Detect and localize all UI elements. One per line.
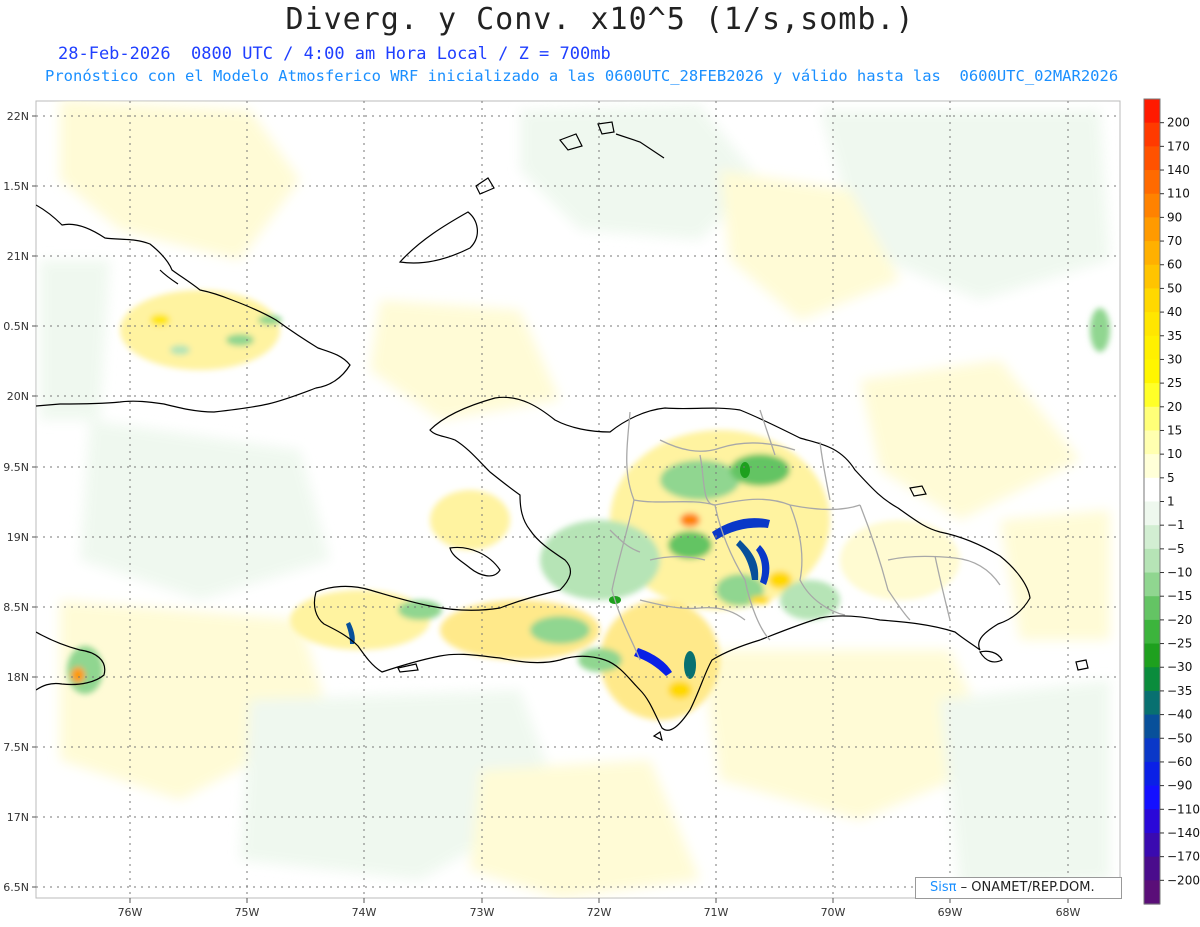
colorbar-swatch [1144,785,1160,810]
lat-label: 21N [7,250,29,263]
lat-label: 18N [7,671,29,684]
colorbar-label: 70 [1167,234,1182,248]
colorbar-label: −60 [1167,755,1192,769]
latitude-labels: 22N 1.5N 21N 0.5N 20N 9.5N 19N 8.5N 18N 7.5N 17N 6.… [3,110,29,894]
lat-label: 9.5N [3,461,29,474]
colorbar-label: 15 [1167,423,1182,437]
lon-label: 68W [1056,906,1081,919]
colorbar-label: −90 [1167,779,1192,793]
colorbar-swatch [1144,170,1160,195]
colorbar-swatch [1144,359,1160,384]
colorbar-swatch [1144,596,1160,621]
colorbar-legend: 200 170 140 110 90 70 60 50 40 35 30 25 20 15 10 5 1 −1 −5… [1143,98,1200,905]
colorbar-label: −40 [1167,708,1192,722]
colorbar-label: 110 [1167,187,1190,201]
colorbar-swatch [1144,383,1160,408]
lat-label: 19N [7,531,29,544]
credit-box: Sisπ – ONAMET/REP.DOM. [915,877,1122,899]
colorbar-swatch [1144,738,1160,763]
colorbar-swatch [1144,856,1160,881]
colorbar-swatch [1144,690,1160,716]
lon-label: 69W [938,906,963,919]
colorbar-label: 5 [1167,471,1175,485]
colorbar-swatch [1144,146,1160,171]
colorbar-swatch [1144,406,1160,432]
lon-label: 71W [704,906,729,919]
colorbar-label: 20 [1167,400,1182,414]
lat-label: 6.5N [3,881,29,894]
lon-label: 76W [118,906,143,919]
colorbar-swatch [1144,525,1160,550]
credit-text: – ONAMET/REP.DOM. [956,880,1095,895]
colorbar-swatch [1144,832,1160,858]
longitude-labels: 76W 75W 74W 73W 72W 71W 70W 69W 68W [118,906,1081,919]
colorbar-label: −25 [1167,637,1192,651]
colorbar-label: 60 [1167,258,1182,272]
colorbar-swatch [1144,335,1160,361]
colorbar-swatch [1144,454,1160,479]
colorbar-label: −15 [1167,589,1192,603]
colorbar-swatch [1144,264,1160,290]
colorbar-label: 10 [1167,447,1182,461]
lon-label: 75W [235,906,260,919]
colorbar-swatch [1144,667,1160,692]
colorbar-label: 1 [1167,495,1175,509]
colorbar-label: −140 [1167,826,1200,840]
lon-label: 73W [470,906,495,919]
colorbar-swatch [1144,193,1160,218]
colorbar-swatch [1144,714,1160,739]
colorbar-swatch [1144,572,1160,597]
lat-label: 22N [7,110,29,123]
colorbar-label: 170 [1167,139,1190,153]
colorbar-swatch [1144,619,1160,645]
divergence-map: 22N 1.5N 21N 0.5N 20N 9.5N 19N 8.5N 18N 7.5N 17N 6.… [3,98,1200,919]
colorbar-label: −35 [1167,684,1192,698]
colorbar-swatch [1144,880,1160,905]
colorbar-swatch [1144,643,1160,668]
colorbar-swatch [1144,477,1160,503]
colorbar-label: −1 [1167,518,1185,532]
colorbar-label: 200 [1167,116,1190,130]
colorbar-label: −20 [1167,613,1192,627]
colorbar-label: 35 [1167,329,1182,343]
lat-label: 20N [7,390,29,403]
colorbar-swatch [1144,99,1160,124]
colorbar-swatch [1144,312,1160,337]
colorbar-swatch [1144,122,1160,147]
colorbar-swatch [1144,430,1160,455]
lon-label: 72W [587,906,612,919]
colorbar-swatch [1144,288,1160,313]
colorbar-label: 40 [1167,305,1182,319]
colorbar-label: −30 [1167,660,1192,674]
colorbar-label: −110 [1167,802,1200,816]
colorbar-label: −5 [1167,542,1185,556]
colorbar-label: 50 [1167,281,1182,295]
colorbar-label: 140 [1167,163,1190,177]
colorbar-swatch [1144,809,1160,834]
colorbar-swatch [1144,241,1160,266]
colorbar-label: 25 [1167,376,1182,390]
colorbar-label: −170 [1167,850,1200,864]
lon-label: 74W [352,906,377,919]
colorbar-swatch [1144,548,1160,574]
colorbar-label: −200 [1167,873,1200,887]
colorbar-swatch [1144,217,1160,242]
colorbar-label: 90 [1167,210,1182,224]
lon-label: 70W [821,906,846,919]
credit-brand: Sisπ [930,880,957,895]
lat-label: 0.5N [3,320,29,333]
colorbar-label: −10 [1167,566,1192,580]
colorbar-swatch [1144,761,1160,787]
colorbar-label: 30 [1167,352,1182,366]
colorbar-label: −50 [1167,731,1192,745]
lat-label: 7.5N [3,741,29,754]
lat-label: 17N [7,811,29,824]
lat-label: 8.5N [3,601,29,614]
lat-label: 1.5N [3,180,29,193]
colorbar-swatch [1144,501,1160,526]
